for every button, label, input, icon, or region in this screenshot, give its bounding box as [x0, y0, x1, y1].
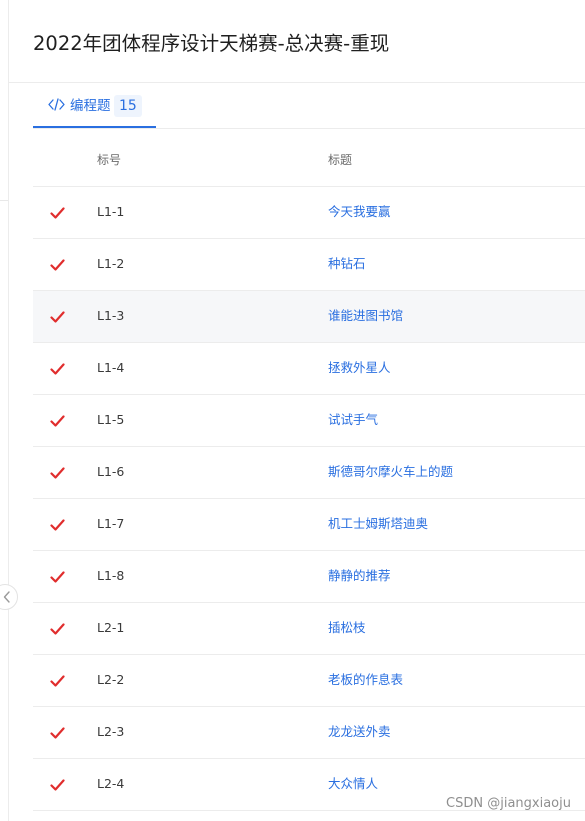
- column-header-title: 标题: [328, 153, 353, 167]
- table-row[interactable]: L1-8 静静的推荐: [33, 551, 585, 603]
- check-icon: [50, 465, 65, 479]
- check-icon: [50, 621, 65, 635]
- table-body: L1-1 今天我要赢 L1-2 种钻石 L1-3 谁能进图书馆 L1-4 拯救外星人 L1-5 试…: [33, 187, 585, 811]
- problem-id: L2-1: [97, 620, 125, 635]
- check-icon: [50, 413, 65, 427]
- code-icon: [48, 98, 65, 111]
- problem-title-link[interactable]: 机工士姆斯塔迪奥: [328, 515, 428, 533]
- table-row[interactable]: L1-2 种钻石: [33, 239, 585, 291]
- problem-id: L1-3: [97, 308, 125, 323]
- check-icon: [50, 517, 65, 531]
- table-row[interactable]: L1-7 机工士姆斯塔迪奥: [33, 499, 585, 551]
- table-row[interactable]: L1-6 斯德哥尔摩火车上的题: [33, 447, 585, 499]
- problem-title-link[interactable]: 龙龙送外卖: [328, 723, 391, 741]
- page-header: 2022年团体程序设计天梯赛-总决赛-重现: [9, 0, 585, 83]
- problem-id: L1-5: [97, 412, 125, 427]
- chevron-left-icon: [3, 591, 10, 603]
- check-icon: [50, 777, 65, 791]
- tab-bar: 编程题 15: [33, 84, 585, 129]
- check-icon: [50, 205, 65, 219]
- table-row[interactable]: L1-1 今天我要赢: [33, 187, 585, 239]
- problem-table: 标号 标题 L1-1 今天我要赢 L1-2 种钻石 L1-3 谁能进图书馆 L1-4 拯救外星…: [33, 134, 585, 811]
- problem-id: L1-8: [97, 568, 125, 583]
- table-header: 标号 标题: [33, 134, 585, 187]
- problem-id: L2-4: [97, 776, 125, 791]
- problem-title-link[interactable]: 今天我要赢: [328, 203, 391, 221]
- table-row[interactable]: L2-2 老板的作息表: [33, 655, 585, 707]
- check-icon: [50, 361, 65, 375]
- table-row[interactable]: L2-1 插松枝: [33, 603, 585, 655]
- problem-id: L1-2: [97, 256, 125, 271]
- watermark-text: CSDN @jiangxiaoju: [446, 796, 571, 811]
- problem-title-link[interactable]: 静静的推荐: [328, 567, 391, 585]
- problem-title-link[interactable]: 老板的作息表: [328, 671, 403, 689]
- tab-programming[interactable]: 编程题 15: [33, 84, 156, 128]
- table-row[interactable]: L1-5 试试手气: [33, 395, 585, 447]
- problem-title-link[interactable]: 大众情人: [328, 775, 378, 793]
- check-icon: [50, 569, 65, 583]
- left-sidebar-rail: [0, 0, 9, 821]
- table-row[interactable]: L1-4 拯救外星人: [33, 343, 585, 395]
- check-icon: [50, 257, 65, 271]
- problem-title-link[interactable]: 试试手气: [328, 411, 378, 429]
- problem-count-badge: 15: [114, 95, 142, 117]
- sidebar-toggle-button[interactable]: [0, 584, 18, 610]
- check-icon: [50, 725, 65, 739]
- problem-id: L1-7: [97, 516, 125, 531]
- problem-id: L1-4: [97, 360, 125, 375]
- page-title: 2022年团体程序设计天梯赛-总决赛-重现: [33, 32, 390, 56]
- check-icon: [50, 673, 65, 687]
- problem-title-link[interactable]: 插松枝: [328, 619, 366, 637]
- problem-title-link[interactable]: 斯德哥尔摩火车上的题: [328, 463, 453, 481]
- problem-id: L2-3: [97, 724, 125, 739]
- problem-id: L2-2: [97, 672, 125, 687]
- check-icon: [50, 309, 65, 323]
- problem-title-link[interactable]: 拯救外星人: [328, 359, 391, 377]
- problem-title-link[interactable]: 种钻石: [328, 255, 366, 273]
- problem-id: L1-1: [97, 204, 125, 219]
- problem-title-link[interactable]: 谁能进图书馆: [328, 307, 403, 325]
- problem-id: L1-6: [97, 464, 125, 479]
- sidebar-divider: [0, 200, 8, 201]
- table-row[interactable]: L1-3 谁能进图书馆: [33, 291, 585, 343]
- table-row[interactable]: L2-3 龙龙送外卖: [33, 707, 585, 759]
- tab-label: 编程题: [70, 98, 111, 114]
- column-header-id: 标号: [97, 153, 122, 167]
- problem-set-page: 2022年团体程序设计天梯赛-总决赛-重现 编程题 15 标号 标题 L1-1 今…: [0, 0, 585, 821]
